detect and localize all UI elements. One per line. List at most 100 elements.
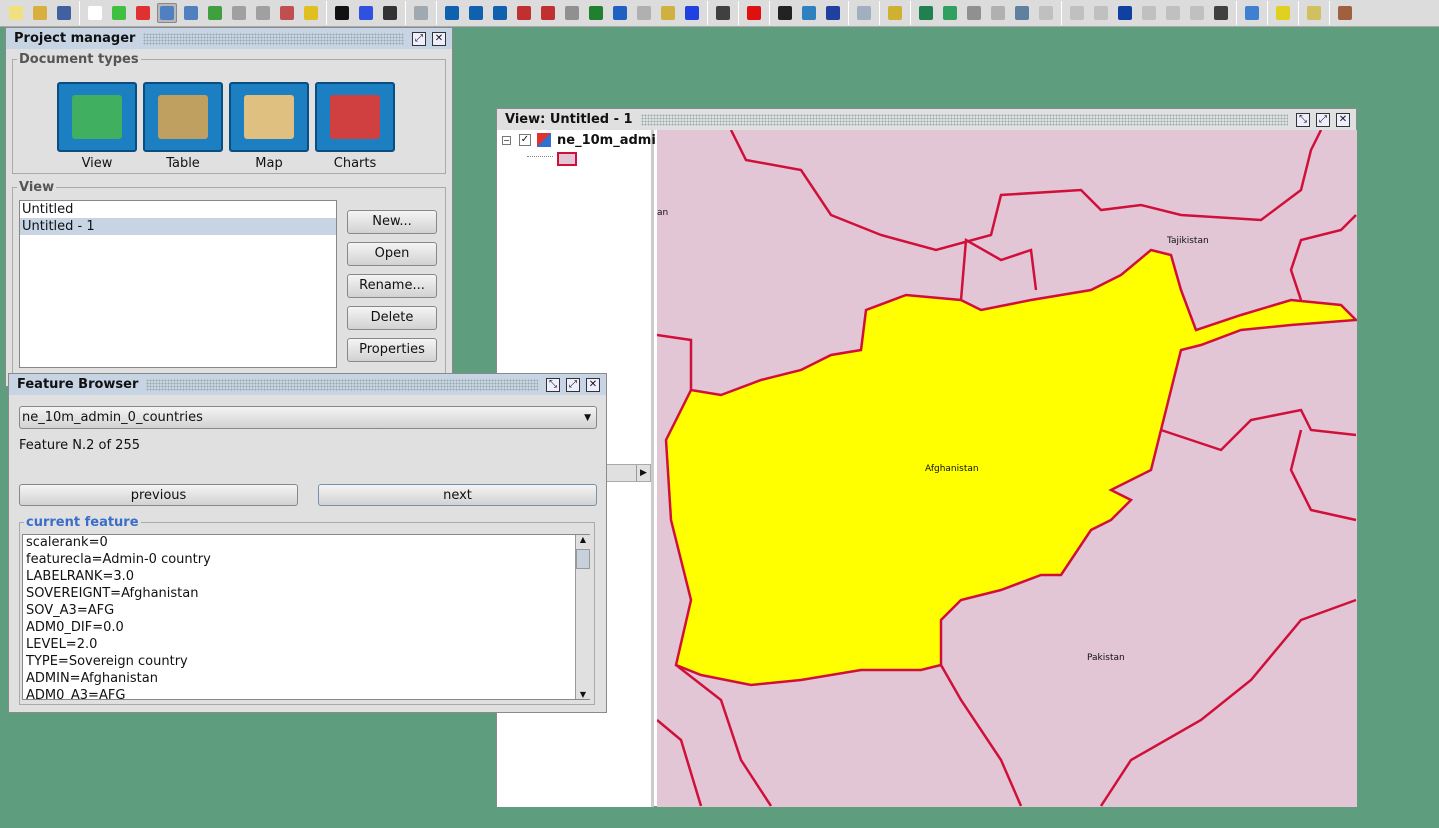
zoom-extent-button[interactable] bbox=[133, 3, 153, 23]
table-edit-button[interactable] bbox=[1273, 3, 1293, 23]
zoom-full-button[interactable] bbox=[109, 3, 129, 23]
refresh-button[interactable] bbox=[964, 3, 984, 23]
scroll-thumb[interactable] bbox=[576, 549, 590, 569]
select-polygon-button[interactable] bbox=[490, 3, 510, 23]
distance-measure-icon bbox=[383, 6, 397, 20]
brush-button[interactable] bbox=[634, 3, 654, 23]
doc5-button[interactable] bbox=[1187, 3, 1207, 23]
doc-type-charts[interactable]: Charts bbox=[315, 82, 395, 171]
info-button[interactable] bbox=[332, 3, 352, 23]
save-project-button[interactable] bbox=[54, 3, 74, 23]
previous-button[interactable]: previous bbox=[19, 484, 298, 506]
select-layer-button[interactable] bbox=[586, 3, 606, 23]
collapse-icon[interactable]: − bbox=[502, 136, 511, 145]
maximize-icon[interactable]: ⤢ bbox=[412, 31, 426, 46]
doc4-button[interactable] bbox=[1163, 3, 1183, 23]
add-table-button[interactable] bbox=[1335, 3, 1355, 23]
doc1-button[interactable] bbox=[1067, 3, 1087, 23]
vertical-scrollbar[interactable]: ▲ ▼ bbox=[575, 535, 590, 699]
edit-image-button[interactable] bbox=[1012, 3, 1032, 23]
new-project-button[interactable] bbox=[6, 3, 26, 23]
filter-button[interactable] bbox=[682, 3, 702, 23]
scroll-right-icon[interactable]: ▶ bbox=[636, 465, 650, 481]
table-button[interactable] bbox=[1242, 3, 1262, 23]
scroll-down-icon[interactable]: ▼ bbox=[576, 690, 590, 699]
layer-checkbox[interactable]: ✓ bbox=[519, 134, 531, 146]
link-button[interactable] bbox=[988, 3, 1008, 23]
attribute-list[interactable]: scalerank=0 featurecla=Admin-0 country LAB… bbox=[22, 534, 590, 700]
scroll-up-icon[interactable]: ▲ bbox=[576, 535, 590, 549]
zoom-out-button[interactable] bbox=[181, 3, 201, 23]
minimize-icon[interactable]: ⤡ bbox=[1296, 112, 1310, 127]
select-polyline-button[interactable] bbox=[514, 3, 534, 23]
georef-button[interactable] bbox=[823, 3, 843, 23]
zoom-select-button[interactable] bbox=[253, 3, 273, 23]
rename-button[interactable]: Rename... bbox=[347, 274, 437, 298]
feature-browser-titlebar[interactable]: Feature Browser ⤡ ⤢ ✕ bbox=[9, 374, 606, 395]
maximize-icon[interactable]: ⤢ bbox=[566, 377, 580, 392]
next-button[interactable]: next bbox=[318, 484, 597, 506]
select-circle-button[interactable] bbox=[538, 3, 558, 23]
delete-button[interactable]: Delete bbox=[347, 306, 437, 330]
image-button[interactable] bbox=[1036, 3, 1056, 23]
add-layer-button[interactable] bbox=[799, 3, 819, 23]
close-icon[interactable]: ✕ bbox=[586, 377, 600, 392]
doc-type-label: Map bbox=[255, 156, 283, 171]
view-list-item[interactable]: Untitled bbox=[20, 201, 336, 218]
doc2-button[interactable] bbox=[1091, 3, 1111, 23]
edit-button[interactable] bbox=[854, 3, 874, 23]
layer-name[interactable]: ne_10m_admi bbox=[557, 133, 656, 148]
layer-select[interactable]: ne_10m_admin_0_countries ▼ bbox=[19, 406, 597, 429]
toolbar-separator bbox=[769, 1, 770, 25]
select-button[interactable] bbox=[442, 3, 462, 23]
view-list-item[interactable]: Untitled - 1 bbox=[20, 218, 336, 235]
view-list[interactable]: Untitled Untitled - 1 bbox=[19, 200, 337, 368]
close-icon[interactable]: ✕ bbox=[1336, 112, 1350, 127]
zoom-layer-button[interactable] bbox=[301, 3, 321, 23]
doc3-button[interactable] bbox=[1139, 3, 1159, 23]
area-measure-button[interactable] bbox=[356, 3, 376, 23]
hand-table-button[interactable] bbox=[885, 3, 905, 23]
map-doc-icon bbox=[244, 95, 294, 139]
view-titlebar[interactable]: View: Untitled - 1 ⤡ ⤢ ✕ bbox=[497, 109, 1356, 130]
select-icon bbox=[445, 6, 459, 20]
error-button[interactable] bbox=[744, 3, 764, 23]
maximize-icon[interactable]: ⤢ bbox=[1316, 112, 1330, 127]
gear-button[interactable] bbox=[411, 3, 431, 23]
properties-button[interactable]: Properties bbox=[347, 338, 437, 362]
map-book-button[interactable] bbox=[1304, 3, 1324, 23]
zoom-back-button[interactable] bbox=[277, 3, 297, 23]
select-buffer-button[interactable] bbox=[562, 3, 582, 23]
toolbar-separator bbox=[326, 1, 327, 25]
doc-type-map[interactable]: Map bbox=[229, 82, 309, 171]
doc-type-view[interactable]: View bbox=[57, 82, 137, 171]
zoom-out-icon bbox=[184, 6, 198, 20]
layers-button[interactable] bbox=[205, 3, 225, 23]
globe-button[interactable] bbox=[916, 3, 936, 23]
new-button[interactable]: New... bbox=[347, 210, 437, 234]
antenna-button[interactable] bbox=[1211, 3, 1231, 23]
globe-select-button[interactable] bbox=[610, 3, 630, 23]
map-canvas[interactable]: an Tajikistan Afghanistan Pakistan bbox=[657, 130, 1357, 807]
invert-selection-button[interactable] bbox=[658, 3, 678, 23]
locator-button[interactable] bbox=[713, 3, 733, 23]
open-project-button[interactable] bbox=[30, 3, 50, 23]
attribute-row: ADM0_DIF=0.0 bbox=[26, 620, 124, 635]
minimize-icon[interactable]: ⤡ bbox=[546, 377, 560, 392]
toolbar-separator bbox=[1236, 1, 1237, 25]
open-button[interactable]: Open bbox=[347, 242, 437, 266]
attribute-row: ADM0_A3=AFG bbox=[26, 688, 126, 700]
zoom-previous-button[interactable] bbox=[229, 3, 249, 23]
pan-button[interactable] bbox=[85, 3, 105, 23]
close-icon[interactable]: ✕ bbox=[432, 31, 446, 46]
doc-type-table[interactable]: Table bbox=[143, 82, 223, 171]
zoom-in-button[interactable] bbox=[157, 3, 177, 23]
project-manager-titlebar[interactable]: Project manager ⤢ ✕ bbox=[6, 28, 452, 49]
locator-icon bbox=[716, 6, 730, 20]
distance-measure-button[interactable] bbox=[380, 3, 400, 23]
tools-button[interactable] bbox=[775, 3, 795, 23]
toolbar-separator bbox=[910, 1, 911, 25]
metadata-button[interactable] bbox=[1115, 3, 1135, 23]
map-button[interactable] bbox=[940, 3, 960, 23]
select-rect-button[interactable] bbox=[466, 3, 486, 23]
